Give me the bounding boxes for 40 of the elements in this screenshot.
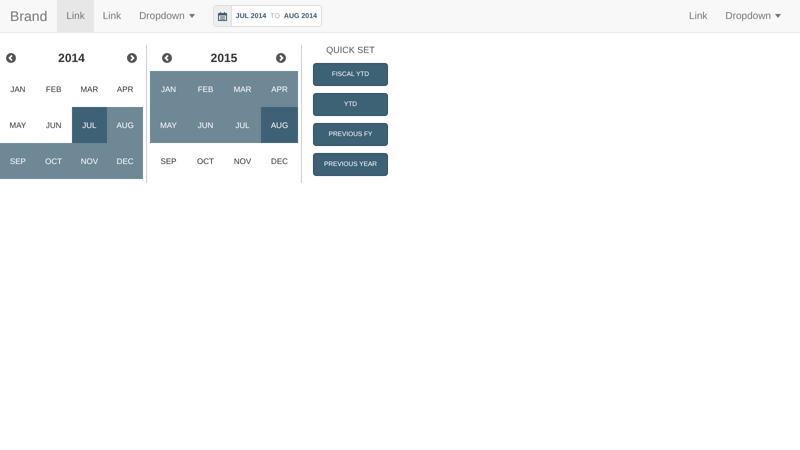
- month-cell[interactable]: MAY: [150, 107, 187, 143]
- year-title: 2015: [210, 51, 238, 65]
- month-cell[interactable]: SEP: [150, 143, 187, 179]
- month-cell[interactable]: FEB: [187, 71, 224, 107]
- month-cell[interactable]: JUL: [72, 107, 108, 143]
- month-cell[interactable]: FEB: [36, 71, 72, 107]
- month-cell[interactable]: JUN: [36, 107, 72, 143]
- dropdown-menu[interactable]: Dropdown: [716, 0, 790, 32]
- month-cell[interactable]: SEP: [0, 143, 36, 179]
- month-cell[interactable]: AUG: [107, 107, 143, 143]
- month-cell[interactable]: MAR: [224, 71, 261, 107]
- month-cell[interactable]: DEC: [261, 143, 298, 179]
- caret-icon: [775, 14, 781, 18]
- nav-link[interactable]: Link: [94, 0, 130, 32]
- month-cell[interactable]: JAN: [150, 71, 187, 107]
- month-cell[interactable]: JAN: [0, 71, 36, 107]
- nav-link[interactable]: Link: [680, 0, 716, 32]
- month-cell[interactable]: DEC: [107, 143, 143, 179]
- calendar-icon[interactable]: [214, 6, 232, 26]
- caret-icon: [188, 14, 195, 18]
- month-cell[interactable]: APR: [107, 71, 143, 107]
- month-cell[interactable]: APR: [261, 71, 298, 107]
- month-cell[interactable]: MAY: [0, 107, 36, 143]
- brand[interactable]: Brand: [0, 8, 58, 24]
- month-cell[interactable]: OCT: [36, 143, 72, 179]
- year-title: 2014: [58, 51, 85, 65]
- previous-year-icon[interactable]: [162, 53, 172, 63]
- next-year-icon[interactable]: [126, 53, 137, 63]
- month-cell[interactable]: JUN: [187, 107, 224, 143]
- next-year-icon[interactable]: [276, 53, 286, 63]
- month-cell[interactable]: OCT: [187, 143, 224, 179]
- dropdown-menu[interactable]: Dropdown: [130, 0, 204, 32]
- month-cell[interactable]: JUL: [224, 107, 261, 143]
- month-cell[interactable]: NOV: [224, 143, 261, 179]
- previous-year-icon[interactable]: [6, 53, 16, 63]
- quick-set-title: QUICK SET: [326, 45, 375, 55]
- nav-link[interactable]: Link: [57, 0, 94, 32]
- month-cell[interactable]: NOV: [72, 143, 108, 179]
- month-cell[interactable]: MAR: [72, 71, 108, 107]
- month-cell[interactable]: AUG: [261, 107, 298, 143]
